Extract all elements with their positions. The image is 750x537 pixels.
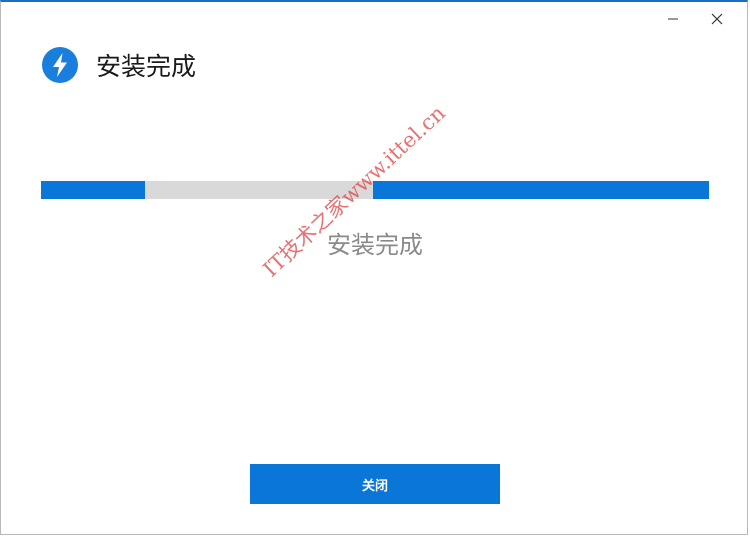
- page-title: 安装完成: [96, 52, 197, 81]
- progress-bar: [41, 181, 709, 199]
- progress-gap: [145, 181, 373, 199]
- status-text: 安装完成: [327, 231, 423, 259]
- installer-window: 安装完成 安装完成 IT技术之家www.ittel.cn 关闭: [0, 0, 748, 535]
- minimize-button[interactable]: [651, 6, 695, 32]
- lightning-bolt-icon: [42, 47, 78, 83]
- minimize-icon: [668, 18, 678, 20]
- window-controls: [651, 6, 739, 32]
- close-window-button[interactable]: [695, 6, 739, 32]
- close-icon: [711, 13, 723, 25]
- close-button[interactable]: 关闭: [250, 464, 500, 504]
